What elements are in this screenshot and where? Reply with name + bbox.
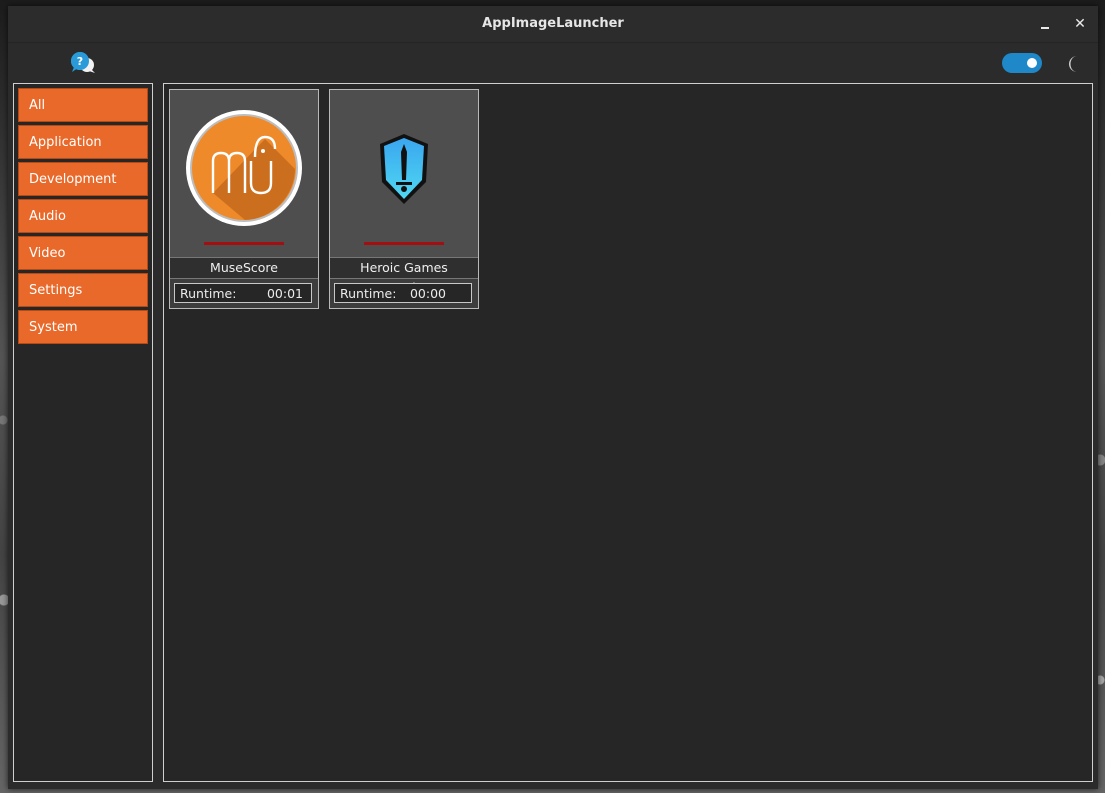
heroic-icon [380, 134, 428, 204]
app-icon-area[interactable] [170, 90, 318, 258]
musescore-icon [186, 110, 302, 226]
minimize-button[interactable] [1036, 14, 1056, 34]
help-chat-icon[interactable]: ? [70, 51, 96, 75]
runtime-indicator-bar [204, 242, 284, 245]
runtime-value: 00:00 [409, 286, 446, 301]
runtime-box: Runtime: 00:00 [334, 283, 472, 303]
app-window: AppImageLauncher ✕ ? All Application Dev… [8, 6, 1098, 789]
category-settings[interactable]: Settings [18, 273, 148, 307]
app-grid: MuseScore Runtime: 00:01 Heroic Games Ru… [163, 83, 1093, 782]
category-sidebar: All Application Development Audio Video … [13, 83, 153, 782]
theme-toggle[interactable] [1002, 53, 1042, 73]
app-icon-area[interactable] [330, 90, 478, 258]
title-bar[interactable]: AppImageLauncher ✕ [8, 6, 1098, 43]
minimize-icon [1041, 27, 1049, 29]
runtime-indicator-bar [364, 242, 444, 245]
runtime-box: Runtime: 00:01 [174, 283, 312, 303]
window-title: AppImageLauncher [482, 16, 624, 31]
runtime-label: Runtime: [180, 286, 237, 301]
runtime-label: Runtime: [340, 286, 397, 301]
category-application[interactable]: Application [18, 125, 148, 159]
app-card-heroic[interactable]: Heroic Games Launcher Runtime: 00:00 [329, 89, 479, 309]
toggle-knob [1027, 58, 1037, 68]
moon-icon[interactable] [1064, 54, 1084, 74]
category-system[interactable]: System [18, 310, 148, 344]
app-name: MuseScore [170, 258, 318, 279]
category-all[interactable]: All [18, 88, 148, 122]
category-audio[interactable]: Audio [18, 199, 148, 233]
category-video[interactable]: Video [18, 236, 148, 270]
app-name: Heroic Games Launcher [330, 258, 478, 295]
app-card-musescore[interactable]: MuseScore Runtime: 00:01 [169, 89, 319, 309]
runtime-value: 00:01 [266, 286, 303, 301]
svg-text:?: ? [77, 55, 83, 68]
close-button[interactable]: ✕ [1070, 14, 1090, 34]
category-development[interactable]: Development [18, 162, 148, 196]
toolbar: ? [8, 42, 1098, 82]
